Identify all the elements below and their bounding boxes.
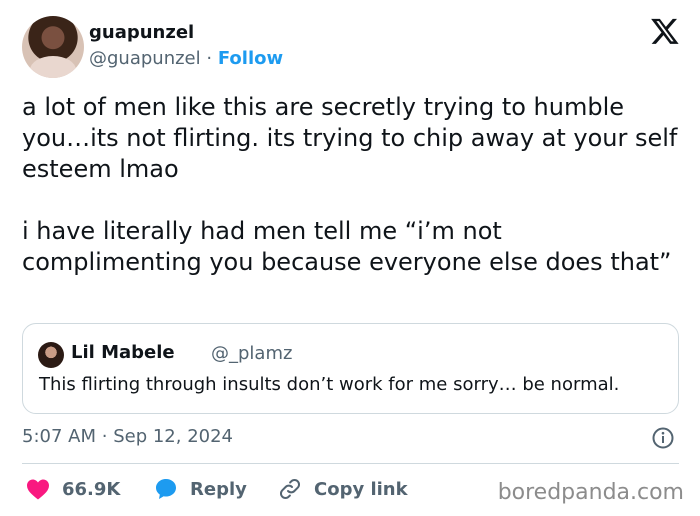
author-handle[interactable]: @guapunzel [89, 48, 201, 69]
copy-link-label: Copy link [314, 478, 408, 500]
heart-icon [27, 479, 49, 500]
timestamp-separator: · [101, 426, 108, 447]
author-avatar[interactable] [22, 16, 84, 78]
x-logo-icon[interactable] [650, 16, 680, 46]
quoted-tweet-text: This flirting through insults don’t work… [39, 374, 620, 395]
quoted-author-handle: @_plamz [211, 343, 293, 364]
like-count: 66.9K [62, 478, 121, 500]
tweet-timestamp[interactable]: 5:07 AM · Sep 12, 2024 [22, 426, 233, 447]
author-handle-line: @guapunzel · Follow [89, 48, 283, 69]
follow-button[interactable]: Follow [218, 48, 283, 69]
author-name[interactable]: guapunzel [89, 22, 194, 43]
tweet-body: a lot of men like this are secretly tryi… [22, 92, 682, 278]
reply-label: Reply [190, 478, 247, 500]
info-icon[interactable] [651, 426, 675, 450]
watermark: boredpanda.com [497, 480, 684, 505]
copy-link-button[interactable]: Copy link [278, 475, 408, 503]
reply-bubble-icon [156, 479, 176, 499]
divider [22, 463, 679, 464]
like-button[interactable]: 66.9K [26, 475, 120, 503]
quoted-author-name: Lil Mabele [71, 342, 175, 363]
tweet-paragraph: i have literally had men tell me “i’m no… [22, 217, 672, 276]
tweet-header: guapunzel @guapunzel · Follow [22, 16, 682, 78]
tweet-paragraph: a lot of men like this are secretly tryi… [22, 93, 678, 183]
quoted-tweet[interactable]: Lil Mabele @_plamz This flirting through… [22, 323, 679, 414]
handle-separator: · [206, 48, 213, 69]
tweet-time: 5:07 AM [22, 426, 96, 447]
quoted-author-avatar [38, 342, 64, 368]
reply-button[interactable]: Reply [154, 475, 247, 503]
link-icon [279, 478, 301, 500]
tweet-date: Sep 12, 2024 [113, 426, 234, 447]
